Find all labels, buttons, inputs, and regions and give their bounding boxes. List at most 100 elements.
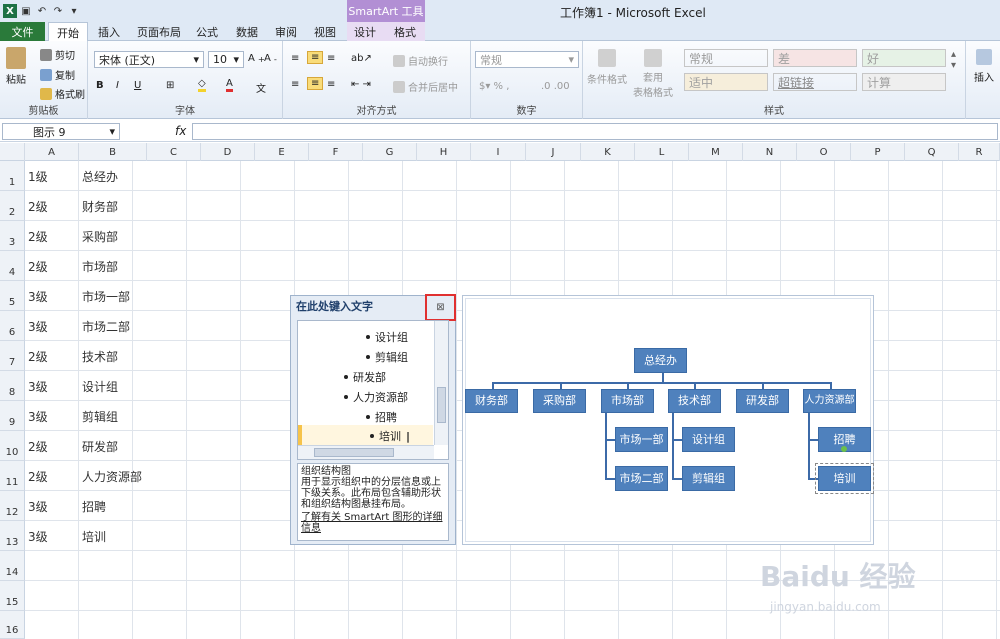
col-header[interactable]: G [363,143,417,161]
cell-b[interactable]: 采购部 [82,221,118,251]
save-icon[interactable]: ▣ [19,4,33,18]
underline-button[interactable]: U [134,80,141,91]
cell-a[interactable]: 2级 [28,191,48,221]
row-header[interactable]: 14 [0,551,25,581]
cell-b[interactable]: 设计组 [82,371,118,401]
org-node[interactable]: 技术部 [668,389,721,413]
align-left-icon[interactable]: ≡ [291,79,299,90]
col-header[interactable]: F [309,143,363,161]
row-header[interactable]: 15 [0,581,25,611]
row-header[interactable]: 6 [0,311,25,341]
indent-icon[interactable]: ⇤ ⇥ [351,79,371,90]
col-header[interactable]: J [526,143,581,161]
style-good[interactable]: 好 [862,49,946,67]
cell-b[interactable]: 培训 [82,521,106,551]
font-name-select[interactable]: 宋体 (正文) ▾ [94,51,204,68]
tab-data[interactable]: 数据 [232,22,262,41]
horizontal-scrollbar[interactable] [298,445,434,459]
col-header[interactable]: P [851,143,905,161]
grow-font-button[interactable]: A + [248,53,265,64]
formula-input[interactable] [192,123,998,140]
tab-home[interactable]: 开始 [48,22,88,42]
col-header[interactable]: K [581,143,635,161]
col-header[interactable]: C [147,143,201,161]
fx-icon[interactable]: fx [175,124,186,138]
row-header[interactable]: 5 [0,281,25,311]
redo-icon[interactable]: ↷ [51,4,65,18]
cell-b[interactable]: 市场一部 [82,281,130,311]
list-item[interactable]: 人力资源部 [344,389,408,405]
row-header[interactable]: 12 [0,491,25,521]
col-header[interactable]: D [201,143,255,161]
list-item[interactable]: 剪辑组 [366,349,408,365]
col-header[interactable]: E [255,143,309,161]
list-item[interactable]: 设计组 [366,329,408,345]
cell-b[interactable]: 市场部 [82,251,118,281]
tab-view[interactable]: 视图 [310,22,340,41]
list-item-active[interactable]: 培训 | [298,425,433,447]
cell-a[interactable]: 3级 [28,281,48,311]
cell-a[interactable]: 2级 [28,341,48,371]
fill-color-icon[interactable]: ◇ [198,78,206,92]
phonetic-icon[interactable]: 文 [256,80,266,95]
row-header[interactable]: 13 [0,521,25,551]
rotate-handle-icon[interactable] [841,446,847,452]
org-node[interactable]: 采购部 [533,389,586,413]
org-node-selected[interactable]: 培训 [815,463,874,494]
row-header[interactable]: 10 [0,431,25,461]
style-bad[interactable]: 差 [773,49,857,67]
font-size-select[interactable]: 10 ▾ [208,51,244,68]
row-header[interactable]: 9 [0,401,25,431]
cell-a[interactable]: 3级 [28,521,48,551]
org-node[interactable]: 市场一部 [615,427,668,452]
wrap-text-button[interactable]: 自动换行 [393,53,448,68]
name-box[interactable]: 图示 9 ▾ [2,123,120,140]
bold-button[interactable]: B [96,80,104,91]
align-top-icon[interactable]: ≡ [291,53,299,64]
decimal-icon[interactable]: .0 .00 [541,81,570,92]
col-header[interactable]: N [743,143,797,161]
table-format-button[interactable]: 套用 表格格式 [633,49,673,99]
col-header[interactable]: H [417,143,471,161]
style-calc[interactable]: 计算 [862,73,946,91]
row-header[interactable]: 7 [0,341,25,371]
col-header[interactable]: Q [905,143,959,161]
cell-b[interactable]: 市场二部 [82,311,130,341]
copy-button[interactable]: 复制 [40,67,75,82]
cell-a[interactable]: 2级 [28,461,48,491]
row-header[interactable]: 16 [0,611,25,639]
tab-design[interactable]: 设计 [350,22,380,41]
cell-a[interactable]: 3级 [28,371,48,401]
number-format-select[interactable]: 常规 ▾ [475,51,579,68]
scrollbar-thumb[interactable] [314,448,394,457]
org-node[interactable]: 设计组 [682,427,735,452]
align-center-icon[interactable]: ≡ [307,77,324,90]
cell-b[interactable]: 技术部 [82,341,118,371]
row-header[interactable]: 2 [0,191,25,221]
tab-insert[interactable]: 插入 [94,22,124,41]
cell-a[interactable]: 2级 [28,221,48,251]
currency-icon[interactable]: $▾ % , [479,81,509,92]
styles-scroll[interactable]: ▴ ▾ [951,49,956,71]
tab-file[interactable]: 文件 [0,22,45,41]
col-header[interactable]: I [471,143,526,161]
row-header[interactable]: 8 [0,371,25,401]
merge-center-button[interactable]: 合并后居中 [393,79,458,94]
border-icon[interactable]: ⊞ [166,80,174,91]
align-bottom-icon[interactable]: ≡ [327,53,335,64]
font-color-icon[interactable]: A [226,78,233,92]
org-node[interactable]: 研发部 [736,389,789,413]
cell-a[interactable]: 3级 [28,311,48,341]
org-node[interactable]: 市场部 [601,389,654,413]
cell-a[interactable]: 1级 [28,161,48,191]
row-header[interactable]: 1 [0,161,25,191]
cell-b[interactable]: 财务部 [82,191,118,221]
org-node[interactable]: 人力资源部 [803,389,856,413]
shrink-font-button[interactable]: A- [264,53,277,64]
col-header[interactable]: A [25,143,79,161]
org-node[interactable]: 财务部 [465,389,518,413]
cell-a[interactable]: 3级 [28,401,48,431]
cut-button[interactable]: 剪切 [40,47,75,62]
tab-page-layout[interactable]: 页面布局 [134,22,184,41]
cell-a[interactable]: 3级 [28,491,48,521]
